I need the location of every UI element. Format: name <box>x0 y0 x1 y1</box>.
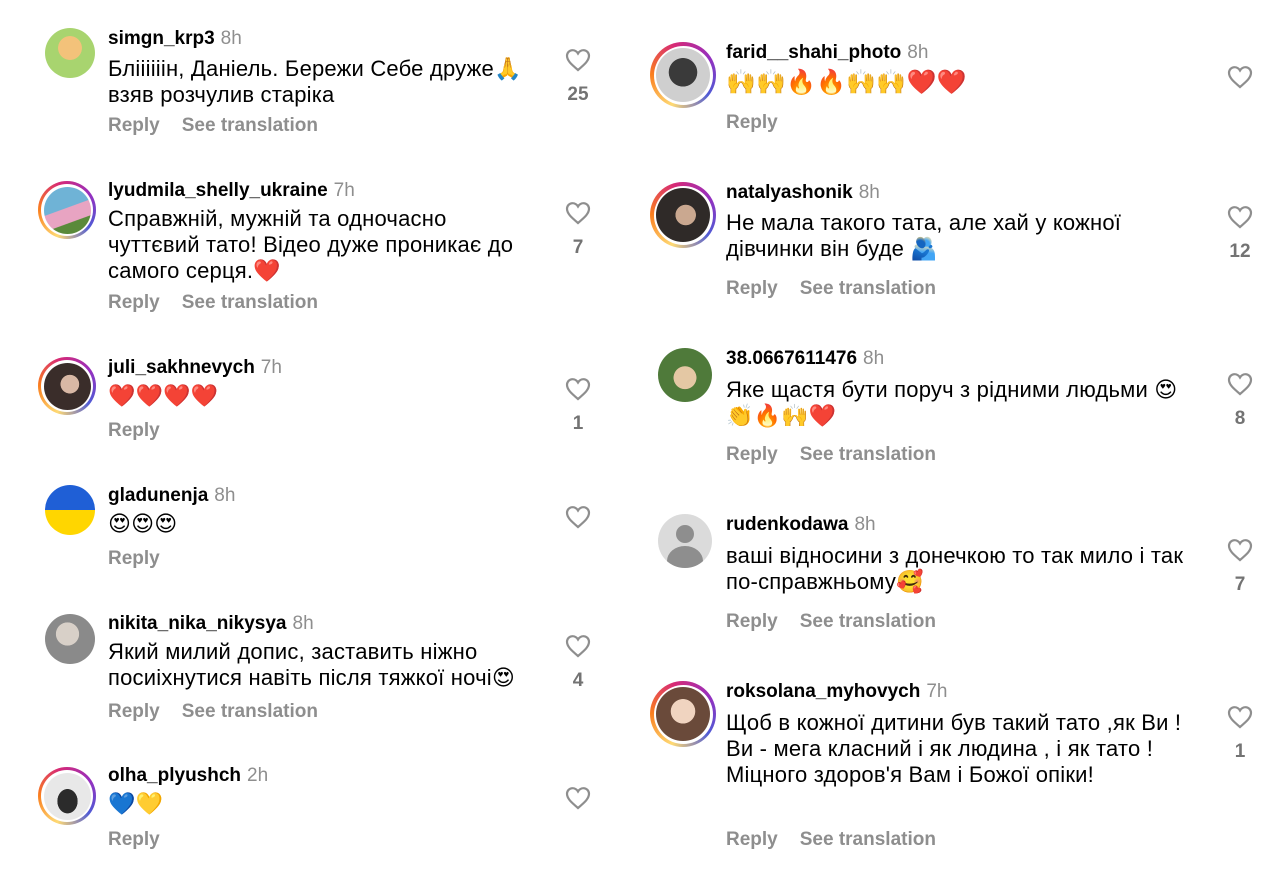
heart-outline-icon[interactable] <box>565 377 591 401</box>
timestamp: 8h <box>220 28 242 49</box>
like-count: 7 <box>1234 574 1246 595</box>
reply-button[interactable]: Reply <box>726 278 778 299</box>
reply-button[interactable]: Reply <box>726 611 778 632</box>
like-count: 8 <box>1234 408 1246 429</box>
person-silhouette-icon <box>658 514 712 568</box>
avatar[interactable] <box>650 182 716 248</box>
timestamp: 8h <box>858 182 880 203</box>
like-count: 7 <box>572 237 584 258</box>
like-count: 4 <box>572 670 584 691</box>
comment-text: Не мала такого тата, але хай у кожної ді… <box>726 210 1122 261</box>
comment-text: 😍😍😍 <box>108 511 178 536</box>
username[interactable]: olha_plyushch <box>108 765 241 786</box>
see-translation-button[interactable]: See translation <box>800 611 936 632</box>
avatar[interactable] <box>45 28 95 78</box>
comment-text: ваші відносини з донечкою то так мило і … <box>726 543 1184 594</box>
avatar[interactable] <box>650 681 716 747</box>
avatar[interactable] <box>658 348 712 402</box>
timestamp: 2h <box>247 765 269 786</box>
comment-text: Який милий допис, заставить ніжно посиіх… <box>108 639 515 690</box>
see-translation-button[interactable]: See translation <box>182 115 318 136</box>
heart-outline-icon[interactable] <box>1227 705 1253 729</box>
like-count: 1 <box>1234 741 1246 762</box>
timestamp: 7h <box>926 681 948 702</box>
reply-button[interactable]: Reply <box>108 292 160 313</box>
avatar[interactable] <box>45 485 95 535</box>
heart-outline-icon[interactable] <box>1227 65 1253 89</box>
see-translation-button[interactable]: See translation <box>182 292 318 313</box>
see-translation-button[interactable]: See translation <box>800 444 936 465</box>
username[interactable]: simgn_krp3 <box>108 28 215 49</box>
heart-outline-icon[interactable] <box>565 201 591 225</box>
see-translation-button[interactable]: See translation <box>182 701 318 722</box>
username[interactable]: natalyashonik <box>726 182 853 203</box>
avatar[interactable] <box>38 357 96 415</box>
timestamp: 8h <box>907 42 929 63</box>
like-count: 25 <box>567 84 589 105</box>
see-translation-button[interactable]: See translation <box>800 829 936 850</box>
comment-text: Щоб в кожної дитини був такий тато ,як В… <box>726 710 1182 787</box>
comment-text: 🙌🙌🔥🔥🙌🙌❤️❤️ <box>726 69 967 96</box>
heart-outline-icon[interactable] <box>1227 538 1253 562</box>
heart-outline-icon[interactable] <box>565 505 591 529</box>
reply-button[interactable]: Reply <box>726 444 778 465</box>
timestamp: 8h <box>854 514 876 535</box>
reply-button[interactable]: Reply <box>108 829 160 850</box>
reply-button[interactable]: Reply <box>726 112 778 133</box>
avatar[interactable] <box>38 181 96 239</box>
heart-outline-icon[interactable] <box>565 634 591 658</box>
avatar[interactable] <box>45 614 95 664</box>
comment-text: Яке щастя бути поруч з рідними людьми 😍👏… <box>726 377 1178 428</box>
username[interactable]: 38.0667611476 <box>726 348 857 369</box>
comment-text: Бліііііін, Даніель. Бережи Себе друже🙏 в… <box>108 56 522 107</box>
reply-button[interactable]: Reply <box>108 115 160 136</box>
username[interactable]: nikita_nika_nikysya <box>108 613 287 634</box>
heart-outline-icon[interactable] <box>1227 372 1253 396</box>
heart-outline-icon[interactable] <box>1227 205 1253 229</box>
timestamp: 7h <box>260 357 282 378</box>
timestamp: 7h <box>333 180 355 201</box>
timestamp: 8h <box>292 613 314 634</box>
username[interactable]: gladunenja <box>108 485 208 506</box>
avatar[interactable] <box>658 514 712 568</box>
timestamp: 8h <box>214 485 236 506</box>
username[interactable]: roksolana_myhovych <box>726 681 920 702</box>
comment-text: 💙💛 <box>108 791 164 816</box>
heart-outline-icon[interactable] <box>565 48 591 72</box>
see-translation-button[interactable]: See translation <box>800 278 936 299</box>
timestamp: 8h <box>863 348 885 369</box>
reply-button[interactable]: Reply <box>108 548 160 569</box>
username[interactable]: farid__shahi_photo <box>726 42 901 63</box>
comment-text: ❤️❤️❤️❤️ <box>108 383 219 408</box>
username[interactable]: juli_sakhnevych <box>108 357 255 378</box>
heart-outline-icon[interactable] <box>565 786 591 810</box>
like-count: 1 <box>572 413 584 434</box>
reply-button[interactable]: Reply <box>726 829 778 850</box>
avatar[interactable] <box>38 767 96 825</box>
username[interactable]: lyudmila_shelly_ukraine <box>108 180 328 201</box>
reply-button[interactable]: Reply <box>108 420 160 441</box>
username[interactable]: rudenkodawa <box>726 514 848 535</box>
comment-text: Справжній, мужній та одночасно чуттєвий … <box>108 206 514 283</box>
avatar[interactable] <box>650 42 716 108</box>
reply-button[interactable]: Reply <box>108 701 160 722</box>
like-count: 12 <box>1229 241 1251 262</box>
